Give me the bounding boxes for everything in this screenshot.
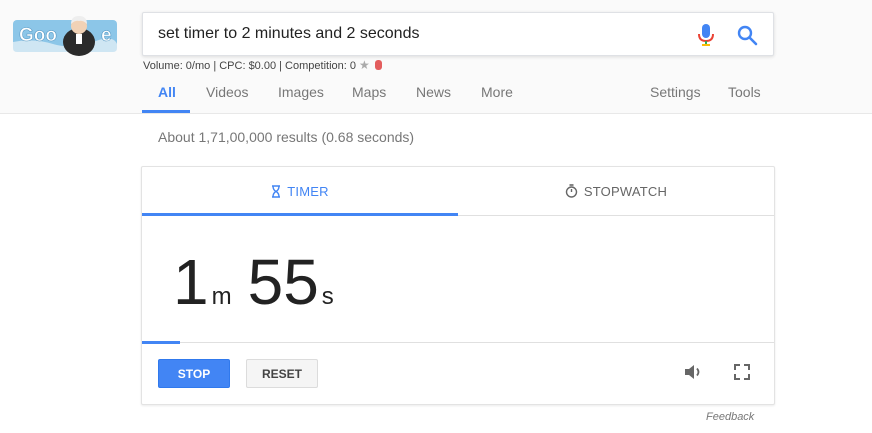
result-stats: About 1,71,00,000 results (0.68 seconds) <box>158 129 415 145</box>
tab-tools[interactable]: Tools <box>728 84 761 100</box>
timer-minutes: 1 <box>173 246 209 318</box>
timer-card: TIMER STOPWATCH 1 m 55 s STOP RESET <box>141 166 775 405</box>
search-header: Goo e set timer to 2 minutes and 2 secon… <box>0 0 872 114</box>
reset-button[interactable]: RESET <box>246 359 318 388</box>
fullscreen-icon[interactable] <box>732 362 752 382</box>
active-tab-indicator <box>142 110 190 113</box>
search-nav-tabs: All Videos Images Maps News More Setting… <box>0 84 872 114</box>
star-icon[interactable]: ★ <box>359 58 370 72</box>
search-query-text[interactable]: set timer to 2 minutes and 2 seconds <box>158 25 419 43</box>
tab-maps[interactable]: Maps <box>352 84 386 100</box>
search-box[interactable]: set timer to 2 minutes and 2 seconds <box>142 12 774 56</box>
tab-settings[interactable]: Settings <box>650 84 701 100</box>
feedback-link[interactable]: Feedback <box>706 411 754 423</box>
timer-seconds: 55 <box>247 246 319 318</box>
google-doodle-logo[interactable]: Goo e <box>13 12 117 56</box>
timer-progress-fill <box>142 341 180 344</box>
volume-icon[interactable] <box>682 361 704 383</box>
tab-stopwatch-label: STOPWATCH <box>583 183 668 199</box>
svg-text:e: e <box>101 25 112 46</box>
stopwatch-icon <box>565 184 578 198</box>
microphone-icon[interactable] <box>696 23 716 47</box>
timer-mode-tabs: TIMER STOPWATCH <box>142 167 774 216</box>
database-icon[interactable] <box>374 60 382 70</box>
stop-button[interactable]: STOP <box>158 359 230 388</box>
svg-text:Goo: Goo <box>19 25 57 46</box>
tab-timer-label: TIMER <box>287 183 329 199</box>
timer-display[interactable]: 1 m 55 s <box>173 245 334 319</box>
timer-seconds-unit: s <box>321 283 334 310</box>
tab-all[interactable]: All <box>158 84 176 100</box>
tab-images[interactable]: Images <box>278 84 324 100</box>
tab-more[interactable]: More <box>481 84 513 100</box>
timer-progress-track <box>142 342 774 343</box>
tab-timer[interactable]: TIMER <box>142 167 458 215</box>
timer-tab-indicator <box>142 213 458 216</box>
hourglass-icon <box>272 184 281 198</box>
search-icon[interactable] <box>735 23 759 47</box>
tab-news[interactable]: News <box>416 84 451 100</box>
tab-videos[interactable]: Videos <box>206 84 249 100</box>
timer-minutes-unit: m <box>211 283 232 310</box>
keyword-stats-bar: Volume: 0/mo | CPC: $0.00 | Competition:… <box>143 58 382 72</box>
tab-stopwatch[interactable]: STOPWATCH <box>458 167 774 215</box>
keyword-stats-text: Volume: 0/mo | CPC: $0.00 | Competition:… <box>143 60 356 72</box>
